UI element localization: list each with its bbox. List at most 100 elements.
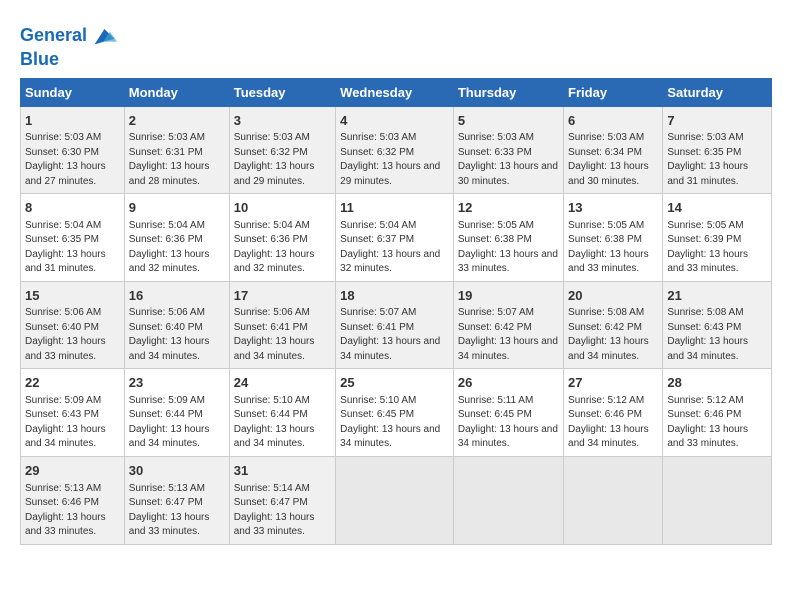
calendar-cell: 17Sunrise: 5:06 AMSunset: 6:41 PMDayligh…	[229, 281, 335, 369]
day-sunset: Sunset: 6:40 PM	[129, 322, 203, 333]
day-daylight: Daylight: 13 hours and 33 minutes.	[667, 249, 748, 275]
day-sunrise: Sunrise: 5:03 AM	[234, 132, 310, 143]
day-sunset: Sunset: 6:36 PM	[234, 234, 308, 245]
day-daylight: Daylight: 13 hours and 33 minutes.	[667, 424, 748, 450]
day-daylight: Daylight: 13 hours and 32 minutes.	[129, 249, 210, 275]
day-number: 24	[234, 374, 331, 392]
day-sunrise: Sunrise: 5:07 AM	[458, 307, 534, 318]
calendar-cell: 22Sunrise: 5:09 AMSunset: 6:43 PMDayligh…	[21, 369, 125, 457]
calendar-cell	[663, 456, 772, 544]
calendar-cell: 13Sunrise: 5:05 AMSunset: 6:38 PMDayligh…	[564, 194, 663, 282]
day-daylight: Daylight: 13 hours and 30 minutes.	[568, 161, 649, 187]
calendar-cell: 31Sunrise: 5:14 AMSunset: 6:47 PMDayligh…	[229, 456, 335, 544]
day-sunset: Sunset: 6:33 PM	[458, 147, 532, 158]
day-sunset: Sunset: 6:45 PM	[340, 409, 414, 420]
day-sunset: Sunset: 6:38 PM	[458, 234, 532, 245]
day-sunrise: Sunrise: 5:05 AM	[667, 220, 743, 231]
weekday-header-sunday: Sunday	[21, 78, 125, 106]
day-daylight: Daylight: 13 hours and 34 minutes.	[25, 424, 106, 450]
calendar-cell: 5Sunrise: 5:03 AMSunset: 6:33 PMDaylight…	[453, 106, 563, 194]
day-sunrise: Sunrise: 5:06 AM	[129, 307, 205, 318]
day-sunset: Sunset: 6:30 PM	[25, 147, 99, 158]
calendar-week-row: 8Sunrise: 5:04 AMSunset: 6:35 PMDaylight…	[21, 194, 772, 282]
day-sunrise: Sunrise: 5:08 AM	[667, 307, 743, 318]
day-number: 9	[129, 199, 225, 217]
day-number: 28	[667, 374, 767, 392]
day-sunrise: Sunrise: 5:05 AM	[458, 220, 534, 231]
calendar-cell: 6Sunrise: 5:03 AMSunset: 6:34 PMDaylight…	[564, 106, 663, 194]
day-sunset: Sunset: 6:36 PM	[129, 234, 203, 245]
day-sunset: Sunset: 6:40 PM	[25, 322, 99, 333]
day-sunset: Sunset: 6:32 PM	[234, 147, 308, 158]
logo: General Blue	[20, 22, 117, 70]
day-sunrise: Sunrise: 5:09 AM	[129, 395, 205, 406]
day-sunset: Sunset: 6:43 PM	[25, 409, 99, 420]
header: General Blue	[20, 18, 772, 70]
day-sunset: Sunset: 6:46 PM	[25, 497, 99, 508]
calendar-cell	[336, 456, 454, 544]
day-sunset: Sunset: 6:41 PM	[234, 322, 308, 333]
day-sunset: Sunset: 6:44 PM	[129, 409, 203, 420]
day-number: 17	[234, 287, 331, 305]
logo-icon	[89, 22, 117, 50]
day-daylight: Daylight: 13 hours and 34 minutes.	[129, 424, 210, 450]
day-daylight: Daylight: 13 hours and 31 minutes.	[25, 249, 106, 275]
calendar-week-row: 1Sunrise: 5:03 AMSunset: 6:30 PMDaylight…	[21, 106, 772, 194]
day-sunset: Sunset: 6:42 PM	[458, 322, 532, 333]
day-daylight: Daylight: 13 hours and 34 minutes.	[458, 424, 558, 450]
calendar-cell	[564, 456, 663, 544]
day-daylight: Daylight: 13 hours and 31 minutes.	[667, 161, 748, 187]
calendar-cell: 23Sunrise: 5:09 AMSunset: 6:44 PMDayligh…	[124, 369, 229, 457]
day-daylight: Daylight: 13 hours and 33 minutes.	[25, 512, 106, 538]
day-sunset: Sunset: 6:34 PM	[568, 147, 642, 158]
calendar-cell: 27Sunrise: 5:12 AMSunset: 6:46 PMDayligh…	[564, 369, 663, 457]
day-sunset: Sunset: 6:32 PM	[340, 147, 414, 158]
day-number: 11	[340, 199, 449, 217]
weekday-header-monday: Monday	[124, 78, 229, 106]
day-daylight: Daylight: 13 hours and 27 minutes.	[25, 161, 106, 187]
day-daylight: Daylight: 13 hours and 34 minutes.	[568, 336, 649, 362]
day-daylight: Daylight: 13 hours and 28 minutes.	[129, 161, 210, 187]
calendar-cell: 9 Sunrise: 5:04 AM Sunset: 6:36 PM Daylight…	[124, 194, 229, 282]
day-number: 31	[234, 462, 331, 480]
day-sunrise: Sunrise: 5:12 AM	[667, 395, 743, 406]
day-daylight: Daylight: 13 hours and 34 minutes.	[340, 336, 440, 362]
calendar-body: 1Sunrise: 5:03 AMSunset: 6:30 PMDaylight…	[21, 106, 772, 544]
calendar-cell: 3 Sunrise: 5:03 AM Sunset: 6:32 PM Daylight…	[229, 106, 335, 194]
day-number: 4	[340, 112, 449, 130]
day-sunset: Sunset: 6:43 PM	[667, 322, 741, 333]
day-daylight: Daylight: 13 hours and 34 minutes.	[568, 424, 649, 450]
day-sunset: Sunset: 6:44 PM	[234, 409, 308, 420]
calendar-cell: 10Sunrise: 5:04 AMSunset: 6:36 PMDayligh…	[229, 194, 335, 282]
day-number: 7	[667, 112, 767, 130]
day-number: 12	[458, 199, 559, 217]
day-daylight: Daylight: 13 hours and 30 minutes.	[458, 161, 558, 187]
day-sunrise: Sunrise: 5:11 AM	[458, 395, 533, 406]
day-number: 15	[25, 287, 120, 305]
day-daylight: Daylight: 13 hours and 29 minutes.	[234, 161, 315, 187]
day-number: 27	[568, 374, 658, 392]
day-daylight: Daylight: 13 hours and 33 minutes.	[25, 336, 106, 362]
day-sunset: Sunset: 6:46 PM	[568, 409, 642, 420]
day-sunrise: Sunrise: 5:06 AM	[25, 307, 101, 318]
calendar-cell: 30Sunrise: 5:13 AMSunset: 6:47 PMDayligh…	[124, 456, 229, 544]
day-daylight: Daylight: 13 hours and 29 minutes.	[340, 161, 440, 187]
calendar-cell: 15 Sunrise: 5:06 AM Sunset: 6:40 PM Dayligh…	[21, 281, 125, 369]
day-number: 6	[568, 112, 658, 130]
day-number: 14	[667, 199, 767, 217]
calendar-cell: 25Sunrise: 5:10 AMSunset: 6:45 PMDayligh…	[336, 369, 454, 457]
day-number: 21	[667, 287, 767, 305]
day-sunrise: Sunrise: 5:04 AM	[129, 220, 205, 231]
day-daylight: Daylight: 13 hours and 33 minutes.	[568, 249, 649, 275]
day-daylight: Daylight: 13 hours and 32 minutes.	[340, 249, 440, 275]
day-daylight: Daylight: 13 hours and 33 minutes.	[458, 249, 558, 275]
calendar-week-row: 29Sunrise: 5:13 AMSunset: 6:46 PMDayligh…	[21, 456, 772, 544]
day-number: 3	[234, 112, 331, 130]
day-daylight: Daylight: 13 hours and 34 minutes.	[340, 424, 440, 450]
day-number: 10	[234, 199, 331, 217]
day-daylight: Daylight: 13 hours and 34 minutes.	[234, 424, 315, 450]
calendar-cell: 2Sunrise: 5:03 AMSunset: 6:31 PMDaylight…	[124, 106, 229, 194]
calendar-cell: 16Sunrise: 5:06 AMSunset: 6:40 PMDayligh…	[124, 281, 229, 369]
day-daylight: Daylight: 13 hours and 34 minutes.	[129, 336, 210, 362]
logo-text: General	[20, 26, 87, 46]
